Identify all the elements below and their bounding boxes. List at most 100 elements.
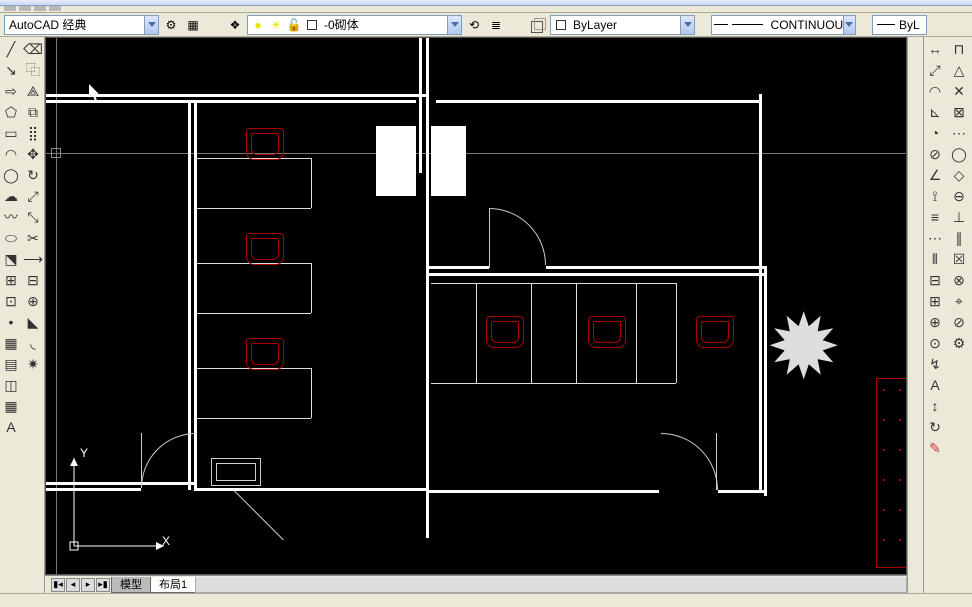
explode-icon[interactable]: ✷: [23, 354, 43, 374]
chevron-down-icon[interactable]: [680, 16, 694, 34]
tab-model[interactable]: 模型: [111, 577, 151, 593]
chevron-down-icon[interactable]: [843, 16, 855, 34]
dim-tedit-icon[interactable]: ↕: [925, 396, 945, 416]
quick-tool-icon[interactable]: [49, 6, 61, 11]
linetype-combo[interactable]: CONTINUOUS: [711, 15, 856, 35]
polygon-icon[interactable]: ⬠: [1, 102, 21, 122]
lineweight-combo[interactable]: ByL: [872, 15, 927, 35]
text-icon[interactable]: A: [1, 417, 21, 437]
dim-space-icon[interactable]: ⫴: [925, 249, 945, 269]
rectangle-icon[interactable]: ▭: [1, 123, 21, 143]
spline-icon[interactable]: 〰: [1, 207, 21, 227]
dim-diameter-icon[interactable]: ⊘: [925, 144, 945, 164]
dim-angular-icon[interactable]: ∠: [925, 165, 945, 185]
trim-icon[interactable]: ✂: [23, 228, 43, 248]
snap-midpoint-icon[interactable]: △: [949, 60, 969, 80]
workspace-grid-icon[interactable]: ▦: [183, 15, 203, 35]
fillet-icon[interactable]: ◟: [23, 333, 43, 353]
rotate-icon[interactable]: ↻: [23, 165, 43, 185]
quick-tool-icon[interactable]: [34, 6, 46, 11]
break-icon[interactable]: ⊟: [23, 270, 43, 290]
move-icon[interactable]: ✥: [23, 144, 43, 164]
inspect-icon[interactable]: ⊙: [925, 333, 945, 353]
drawing-canvas[interactable]: ✹ X Y: [45, 37, 907, 575]
snap-node-icon[interactable]: ⊗: [949, 270, 969, 290]
circle-icon[interactable]: ◯: [1, 165, 21, 185]
dim-quick-icon[interactable]: ⟟: [925, 186, 945, 206]
gradient-icon[interactable]: ▤: [1, 354, 21, 374]
tolerance-icon[interactable]: ⊞: [925, 291, 945, 311]
color-combo[interactable]: ByLayer: [550, 15, 695, 35]
layer-manager-icon[interactable]: ❖: [225, 15, 245, 35]
dim-baseline-icon[interactable]: ≡: [925, 207, 945, 227]
join-icon[interactable]: ⊕: [23, 291, 43, 311]
tab-next-icon[interactable]: ▸: [81, 578, 95, 592]
snap-endpoint-icon[interactable]: ⊓: [949, 39, 969, 59]
polyline-icon[interactable]: ⇨: [1, 81, 21, 101]
snap-extension-icon[interactable]: ⋯: [949, 123, 969, 143]
jogged-icon[interactable]: ↯: [925, 354, 945, 374]
dim-aligned-icon[interactable]: ⤢: [925, 60, 945, 80]
tab-last-icon[interactable]: ▸▮: [96, 578, 110, 592]
tab-first-icon[interactable]: ▮◂: [51, 578, 65, 592]
quick-tool-icon[interactable]: [19, 6, 31, 11]
mirror-icon[interactable]: ⟁: [23, 81, 43, 101]
erase-icon[interactable]: ⌫: [23, 39, 43, 59]
scale-icon[interactable]: ⤢: [23, 186, 43, 206]
revcloud-icon[interactable]: ☁: [1, 186, 21, 206]
stretch-icon[interactable]: ⤡: [23, 207, 43, 227]
snap-appint-icon[interactable]: ⊠: [949, 102, 969, 122]
dim-style-icon[interactable]: ✎: [925, 438, 945, 458]
crosshair-vertical: [56, 38, 57, 574]
osnap-settings-icon[interactable]: ⚙: [949, 333, 969, 353]
block-icon[interactable]: [528, 15, 548, 35]
dim-edit-icon[interactable]: A: [925, 375, 945, 395]
snap-intersection-icon[interactable]: ✕: [949, 81, 969, 101]
dim-linear-icon[interactable]: ↔: [925, 39, 945, 59]
dim-arc-icon[interactable]: ◠: [925, 81, 945, 101]
snap-nearest-icon[interactable]: ⌖: [949, 291, 969, 311]
point-icon[interactable]: •: [1, 312, 21, 332]
tab-prev-icon[interactable]: ◂: [66, 578, 80, 592]
ellipse-icon[interactable]: ⬭: [1, 228, 21, 248]
command-line[interactable]: [0, 593, 972, 607]
ellipse-arc-icon[interactable]: ⬔: [1, 249, 21, 269]
center-mark-icon[interactable]: ⊕: [925, 312, 945, 332]
layer-previous-icon[interactable]: ⟲: [464, 15, 484, 35]
region-icon[interactable]: ◫: [1, 375, 21, 395]
hatch-icon[interactable]: ▦: [1, 333, 21, 353]
snap-perp-icon[interactable]: ⊥: [949, 207, 969, 227]
layer-states-icon[interactable]: ≣: [486, 15, 506, 35]
snap-none-icon[interactable]: ⊘: [949, 312, 969, 332]
chamfer-icon[interactable]: ◣: [23, 312, 43, 332]
snap-insert-icon[interactable]: ☒: [949, 249, 969, 269]
workspace-gear-icon[interactable]: ⚙: [161, 15, 181, 35]
workspace-combo[interactable]: AutoCAD 经典: [4, 15, 159, 35]
vertical-scrollbar[interactable]: [907, 37, 923, 593]
chevron-down-icon[interactable]: [447, 16, 461, 34]
make-block-icon[interactable]: ⊡: [1, 291, 21, 311]
table-icon[interactable]: ▦: [1, 396, 21, 416]
snap-parallel-icon[interactable]: ∥: [949, 228, 969, 248]
properties-toolbar: AutoCAD 经典 ⚙ ▦ ❖ ● ☀ 🔓 -0砌体 ⟲ ≣ ByLayer: [0, 13, 972, 37]
snap-tangent-icon[interactable]: ⊖: [949, 186, 969, 206]
insert-block-icon[interactable]: ⊞: [1, 270, 21, 290]
line-icon[interactable]: ╱: [1, 39, 21, 59]
dim-update-icon[interactable]: ↻: [925, 417, 945, 437]
array-icon[interactable]: ⣿: [23, 123, 43, 143]
extend-icon[interactable]: ⟶: [23, 249, 43, 269]
tab-layout1[interactable]: 布局1: [150, 577, 196, 593]
layer-combo[interactable]: ● ☀ 🔓 -0砌体: [247, 15, 462, 35]
copy-icon[interactable]: ⿻: [23, 60, 43, 80]
snap-quadrant-icon[interactable]: ◇: [949, 165, 969, 185]
arc-icon[interactable]: ◠: [1, 144, 21, 164]
dim-continue-icon[interactable]: ⋯: [925, 228, 945, 248]
chevron-down-icon[interactable]: [144, 16, 158, 34]
quick-tool-icon[interactable]: [4, 6, 16, 11]
dim-radius-icon[interactable]: ◔: [925, 123, 945, 143]
dim-ordinate-icon[interactable]: ⊾: [925, 102, 945, 122]
xline-icon[interactable]: ↘: [1, 60, 21, 80]
snap-center-icon[interactable]: ◯: [949, 144, 969, 164]
offset-icon[interactable]: ⧉: [23, 102, 43, 122]
dim-break-icon[interactable]: ⊟: [925, 270, 945, 290]
